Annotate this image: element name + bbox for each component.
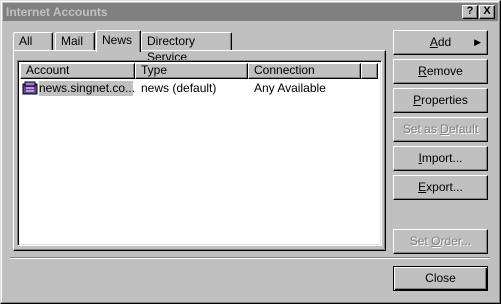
column-header-type[interactable]: Type [135, 63, 248, 79]
set-order-button[interactable]: Set Order... [393, 229, 488, 254]
tab-all[interactable]: All [13, 32, 53, 50]
close-window-button[interactable]: X [479, 5, 495, 19]
column-header-filler [361, 63, 378, 79]
separator-line [10, 257, 490, 259]
column-header-account[interactable]: Account [20, 63, 135, 79]
account-connection-cell: Any Available [254, 81, 326, 95]
import-button[interactable]: Import... [393, 146, 488, 171]
account-type-cell: news (default) [141, 81, 217, 95]
window-title: Internet Accounts [6, 5, 108, 19]
tab-directory-service[interactable]: Directory Service [141, 32, 232, 64]
column-header-connection[interactable]: Connection [248, 63, 361, 79]
set-as-default-button[interactable]: Set as Default [393, 117, 488, 142]
title-bar[interactable]: Internet Accounts ? X [3, 3, 498, 21]
tab-news-label: News [102, 33, 133, 47]
news-account-icon [22, 81, 38, 99]
properties-button[interactable]: Properties [393, 88, 488, 113]
account-name-cell: news.singnet.co... [39, 81, 136, 96]
tab-mail-label: Mail [61, 34, 84, 48]
remove-button[interactable]: Remove [393, 59, 488, 84]
submenu-arrow-icon: ▶ [474, 37, 481, 47]
export-button[interactable]: Export... [393, 175, 488, 200]
tab-mail[interactable]: Mail [55, 32, 95, 50]
tab-all-label: All [19, 34, 33, 48]
close-button[interactable]: Close [393, 266, 488, 291]
help-button[interactable]: ? [462, 5, 478, 19]
tab-news[interactable]: News [96, 30, 141, 52]
accounts-list[interactable]: Account Type Connection news.singnet.co.… [17, 60, 382, 246]
add-button[interactable]: Add ▶ [393, 30, 488, 55]
